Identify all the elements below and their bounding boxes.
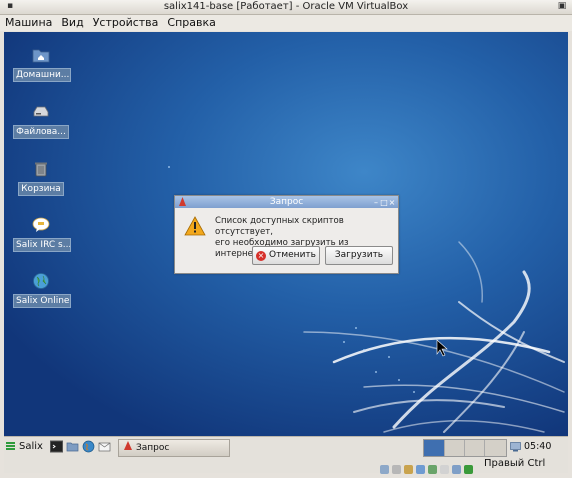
desktop-icon-label: Salix Online (13, 294, 71, 308)
workspace-pager[interactable] (423, 439, 507, 457)
workspace-3[interactable] (464, 440, 485, 456)
window-maximize-icon[interactable]: ▣ (556, 1, 568, 12)
dialog-close-icon[interactable]: × (388, 197, 396, 209)
window-menu-icon[interactable]: ▪ (4, 1, 16, 12)
hdd-activity-icon[interactable] (380, 465, 389, 474)
dialog-title: Запрос (269, 197, 304, 207)
terminal-icon[interactable] (50, 440, 63, 453)
desktop-icon-label: Файлова... (13, 125, 69, 139)
dialog-title-bar[interactable]: Запрос – □× (175, 196, 398, 208)
vbox-title-bar: ▪ salix141-base [Работает] - Oracle VM V… (0, 0, 572, 15)
vbox-menu-bar: Машина Вид Устройства Справка (0, 15, 572, 31)
menu-view[interactable]: Вид (56, 15, 87, 31)
workspace-4[interactable] (484, 440, 504, 456)
drive-icon (33, 106, 49, 117)
menu-devices[interactable]: Устройства (88, 15, 163, 31)
task-label: Запрос (136, 443, 170, 453)
dialog-message-line: Список доступных скриптов отсутствует, (215, 216, 344, 237)
globe-icon (33, 273, 49, 289)
recording-icon[interactable] (452, 465, 461, 474)
cancel-button[interactable]: × Отменить (252, 246, 320, 265)
download-label: Загрузить (334, 250, 384, 260)
trash-icon (35, 162, 47, 177)
home-folder-icon (32, 49, 50, 63)
vbox-status-tray (380, 459, 476, 474)
chat-bubble-icon (32, 217, 50, 232)
optical-drive-icon[interactable] (392, 465, 401, 474)
desktop-icon-label: Корзина (18, 182, 64, 196)
salix-logo-icon (6, 442, 15, 450)
display-icon[interactable] (440, 465, 449, 474)
warning-icon (184, 216, 206, 236)
network-icon[interactable] (510, 442, 521, 452)
download-button[interactable]: Загрузить (325, 246, 393, 265)
cancel-icon: × (256, 251, 267, 261)
workspace-1[interactable] (424, 440, 445, 456)
app-wizard-hat-icon (179, 197, 186, 206)
desktop-icon-home[interactable]: Домашни... (13, 46, 71, 86)
guest-desktop: Домашни... Файлова... Корзина Salix IRC … (4, 32, 568, 436)
desktop-icon-salix-online[interactable]: Salix Online (13, 272, 71, 312)
browser-globe-icon[interactable] (82, 440, 95, 453)
desktop-icon-filesystem[interactable]: Файлова... (13, 103, 69, 143)
start-label: Salix (19, 441, 43, 452)
window-title: salix141-base [Работает] - Oracle VM Vir… (163, 1, 409, 12)
menu-help[interactable]: Справка (162, 15, 219, 31)
start-menu-button[interactable]: Salix (6, 439, 43, 455)
host-key-indicator: Правый Ctrl (484, 458, 546, 469)
shared-folders-icon[interactable] (416, 465, 425, 474)
clock[interactable]: 05:40 (524, 439, 551, 455)
file-manager-icon[interactable] (66, 440, 79, 453)
mouse-integration-icon[interactable] (464, 465, 473, 474)
desktop-icon-irc[interactable]: Salix IRC s... (13, 216, 71, 256)
confirm-dialog: Запрос – □× Список доступных скриптов отс… (174, 195, 399, 274)
desktop-icon-label: Домашни... (13, 68, 71, 82)
taskbar: Salix Запрос 05:40 Правый Ctrl (4, 436, 568, 474)
usb-icon[interactable] (404, 465, 413, 474)
cancel-label: Отменить (269, 250, 316, 260)
dialog-maximize-icon[interactable]: □ (380, 197, 388, 209)
menu-machine[interactable]: Машина (0, 15, 56, 31)
workspace-2[interactable] (444, 440, 465, 456)
taskbar-task-dialog[interactable]: Запрос (118, 439, 230, 457)
dialog-minimize-icon[interactable]: – (372, 197, 380, 209)
network-adapter-icon[interactable] (428, 465, 437, 474)
desktop-icon-trash[interactable]: Корзина (13, 160, 69, 200)
desktop-icon-label: Salix IRC s... (13, 238, 71, 252)
mail-icon[interactable] (98, 440, 111, 453)
wizard-hat-icon (124, 441, 132, 450)
